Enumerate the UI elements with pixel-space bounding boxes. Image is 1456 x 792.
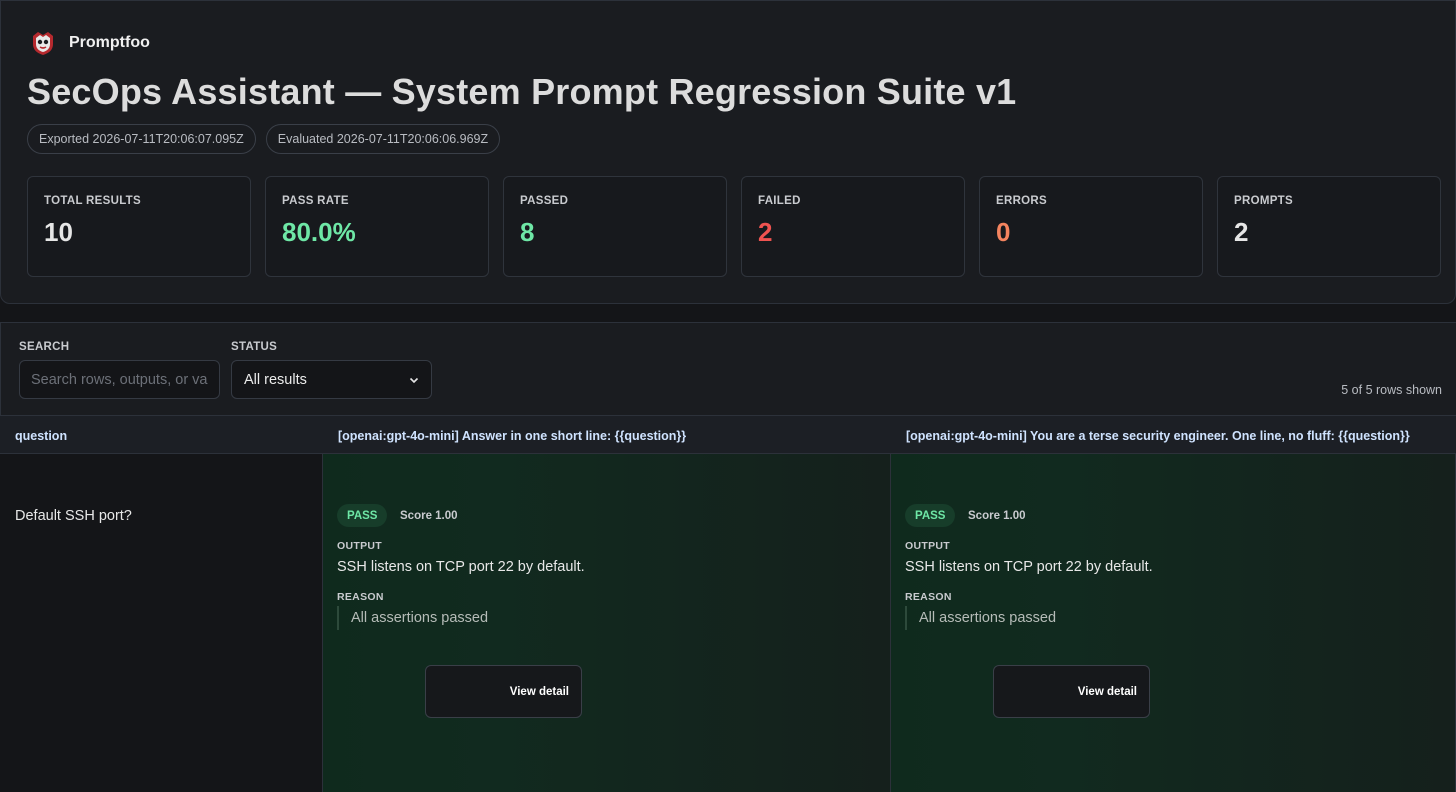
stat-pass-rate: PASS RATE 80.0% (265, 176, 489, 277)
meta-chips: Exported 2026-07-11T20:06:07.095Z Evalua… (27, 124, 501, 154)
status-select-value: All results (244, 371, 307, 388)
search-input[interactable] (19, 360, 220, 399)
stat-errors: ERRORS 0 (979, 176, 1203, 277)
status-label: STATUS (231, 341, 278, 353)
status-badge: PASS (337, 504, 388, 527)
stat-value: 10 (44, 217, 73, 247)
stat-prompts: PROMPTS 2 (1217, 176, 1441, 277)
stat-label: PASSED (520, 195, 569, 207)
stat-label: TOTAL RESULTS (44, 195, 141, 207)
stat-value: 8 (520, 217, 535, 247)
promptfoo-logo-icon (33, 32, 53, 55)
results-table-header: question [openai:gpt-4o-mini] Answer in … (0, 415, 1456, 454)
search-label: SEARCH (19, 341, 70, 353)
stat-value: 2 (758, 217, 773, 247)
stat-label: ERRORS (996, 195, 1048, 207)
stat-value: 2 (1234, 217, 1249, 247)
brand-name: Promptfoo (69, 34, 150, 51)
result-cell-prompt-1: PASS Score 1.00 OUTPUT SSH listens on TC… (323, 454, 891, 792)
column-header-question: question (15, 428, 68, 443)
stat-value: 80.0% (282, 217, 356, 247)
output-text: SSH listens on TCP port 22 by default. (905, 559, 1153, 575)
stat-total-results: TOTAL RESULTS 10 (27, 176, 251, 277)
rows-shown-count: 5 of 5 rows shown (1341, 383, 1442, 397)
summary-stats: TOTAL RESULTS 10 PASS RATE 80.0% PASSED … (27, 176, 1441, 277)
stat-passed: PASSED 8 (503, 176, 727, 277)
stat-failed: FAILED 2 (741, 176, 965, 277)
stat-label: PASS RATE (282, 195, 349, 207)
page-title: SecOps Assistant — System Prompt Regress… (27, 71, 1017, 112)
column-header-prompt-2: [openai:gpt-4o-mini] You are a terse sec… (906, 428, 1410, 443)
reason-label: REASON (337, 591, 384, 603)
report-header: Promptfoo SecOps Assistant — System Prom… (0, 0, 1456, 304)
result-cell-prompt-2: PASS Score 1.00 OUTPUT SSH listens on TC… (891, 454, 1456, 792)
stat-value: 0 (996, 217, 1011, 247)
output-text: SSH listens on TCP port 22 by default. (337, 559, 585, 575)
reason-label: REASON (905, 591, 952, 603)
score-text: Score 1.00 (968, 510, 1026, 522)
reason-text: All assertions passed (337, 606, 488, 630)
column-header-prompt-1: [openai:gpt-4o-mini] Answer in one short… (338, 428, 687, 443)
view-detail-button[interactable]: View detail (425, 665, 582, 718)
output-label: OUTPUT (905, 540, 950, 552)
filter-bar: SEARCH STATUS All results 5 of 5 rows sh… (0, 322, 1456, 415)
status-badge: PASS (905, 504, 956, 527)
chevron-down-icon (409, 377, 419, 383)
stat-label: PROMPTS (1234, 195, 1293, 207)
exported-timestamp-chip: Exported 2026-07-11T20:06:07.095Z (27, 124, 256, 154)
table-row: Default SSH port? PASS Score 1.00 OUTPUT… (0, 454, 1456, 792)
evaluated-timestamp-chip: Evaluated 2026-07-11T20:06:06.969Z (265, 124, 501, 154)
score-text: Score 1.00 (400, 510, 458, 522)
view-detail-button[interactable]: View detail (993, 665, 1150, 718)
stat-label: FAILED (758, 195, 801, 207)
brand: Promptfoo (29, 29, 150, 57)
output-label: OUTPUT (337, 540, 382, 552)
status-select[interactable]: All results (231, 360, 432, 399)
question-cell: Default SSH port? (0, 454, 323, 792)
reason-text: All assertions passed (905, 606, 1056, 630)
